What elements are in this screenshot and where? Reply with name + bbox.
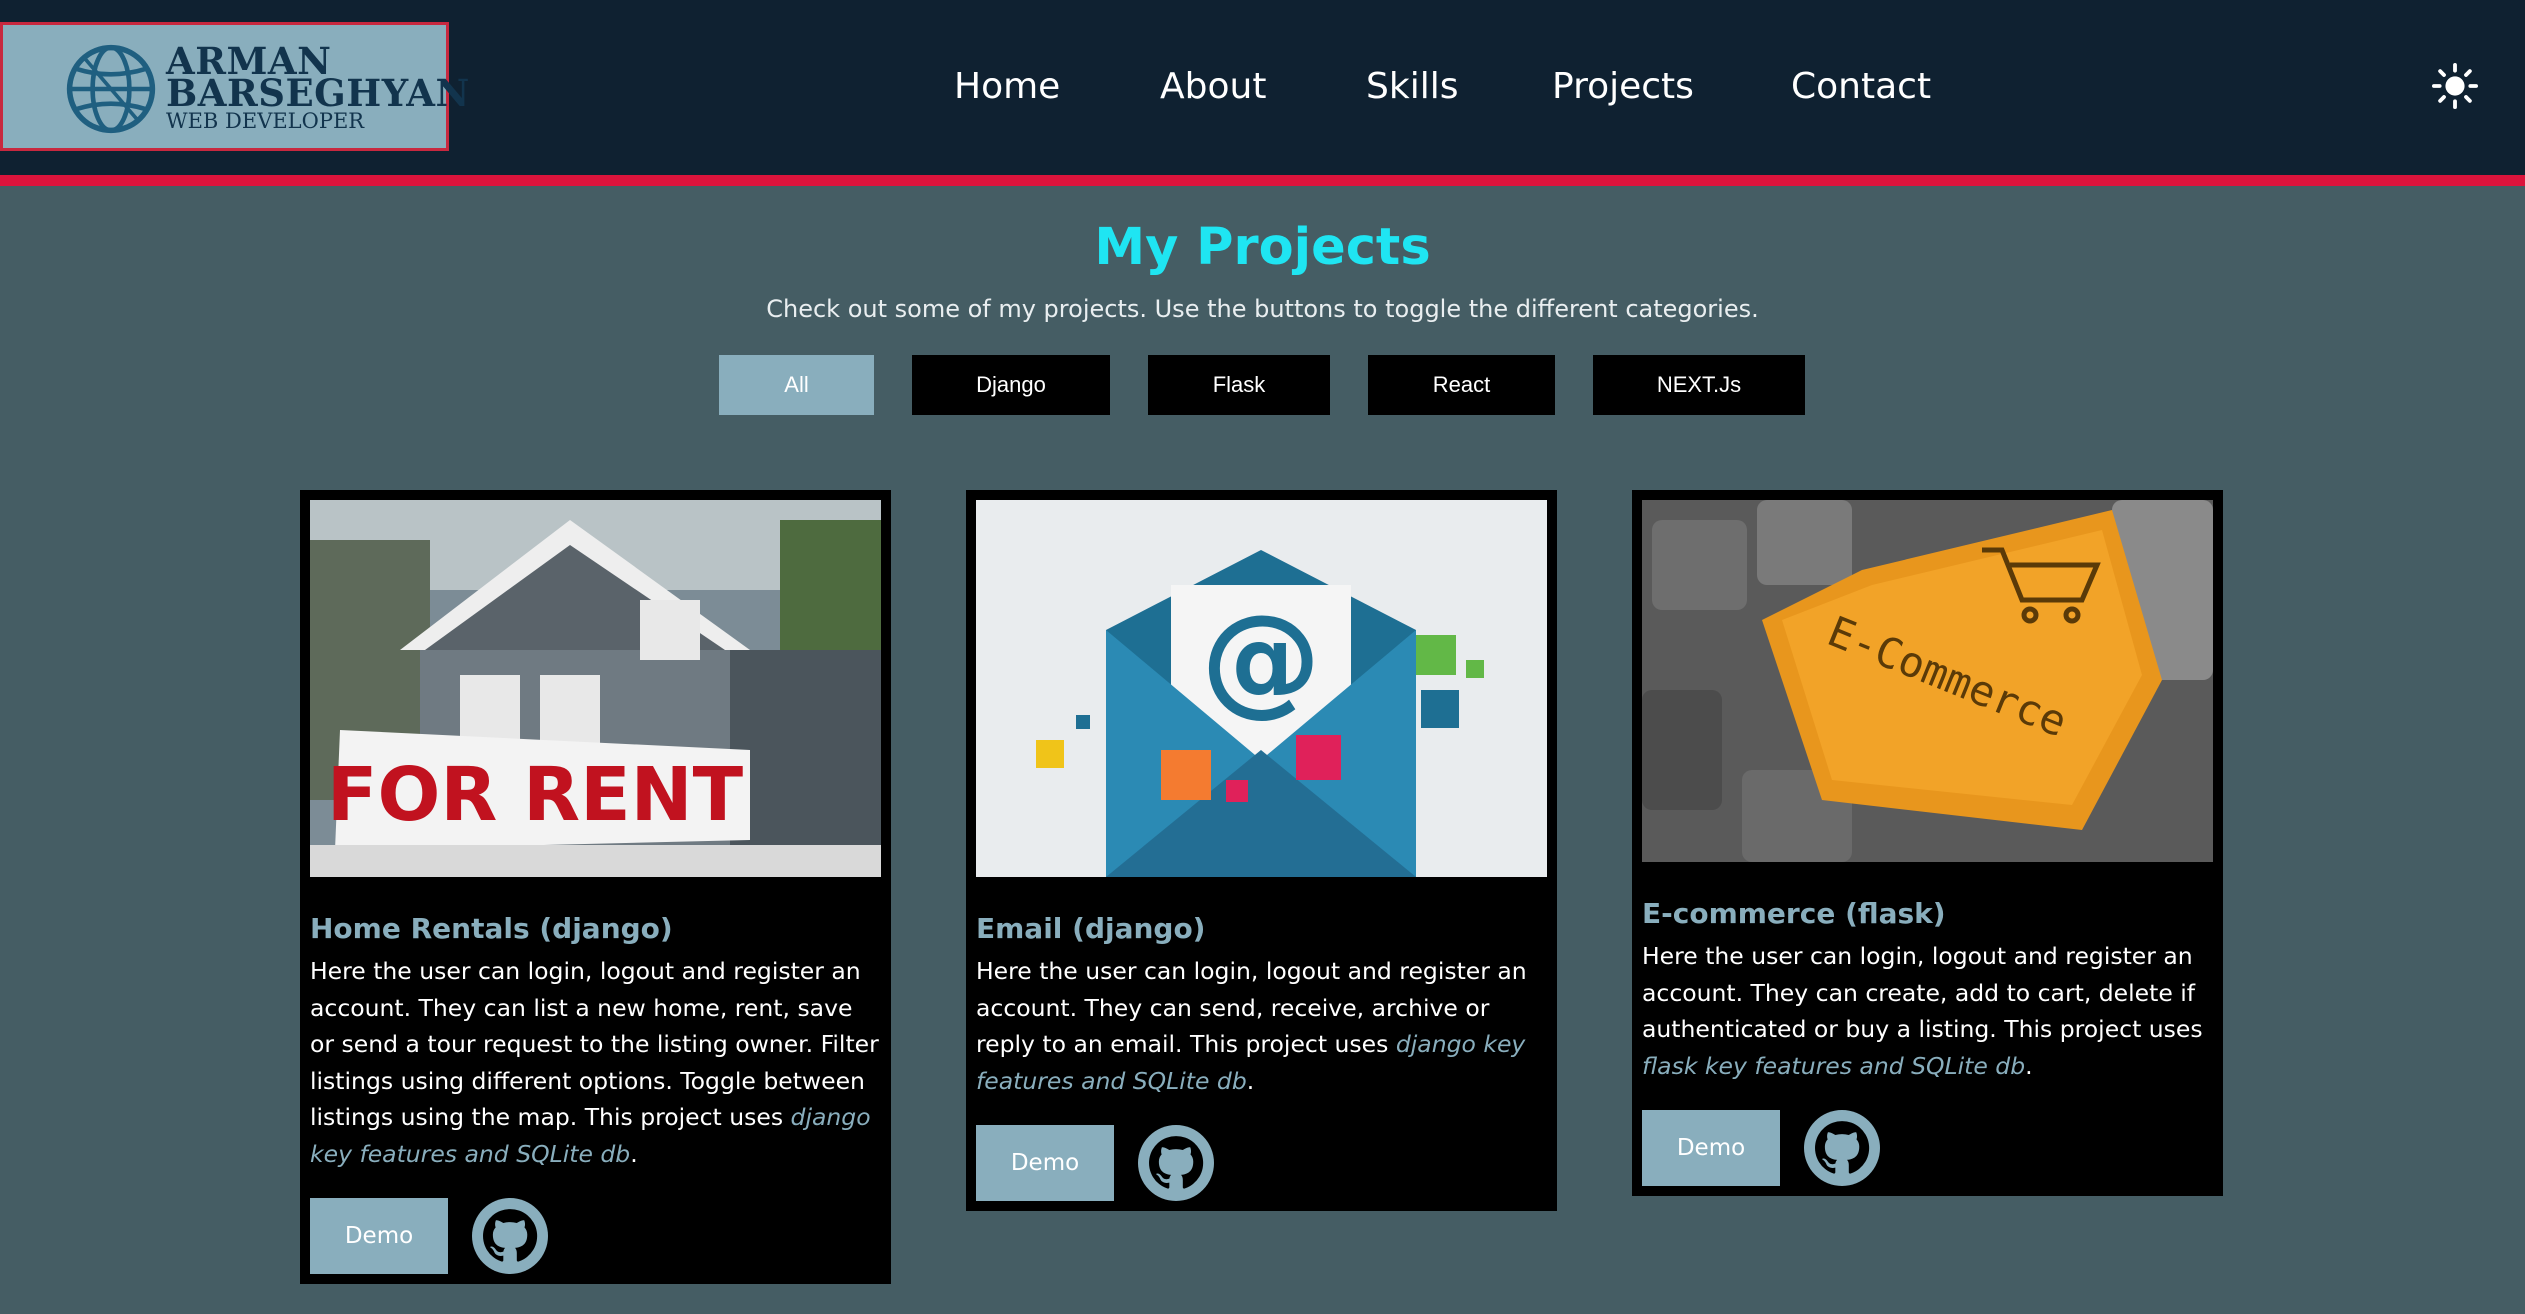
filter-nextjs-button[interactable]: NEXT.Js: [1593, 355, 1805, 415]
nav-projects[interactable]: Projects: [1552, 62, 1694, 112]
project-actions: Demo: [1642, 1110, 2213, 1186]
demo-button[interactable]: Demo: [976, 1125, 1114, 1201]
sun-icon[interactable]: [2432, 63, 2478, 109]
demo-button[interactable]: Demo: [310, 1198, 448, 1274]
ecommerce-image: E-Commerce: [1642, 500, 2213, 862]
project-actions: Demo: [310, 1198, 881, 1274]
email-image: @: [976, 500, 1547, 877]
filter-react-button[interactable]: React: [1368, 355, 1555, 415]
nav-skills[interactable]: Skills: [1366, 62, 1458, 112]
project-card-email: @ Email (django) Here the user can login…: [966, 490, 1557, 1211]
logo-role: WEB DEVELOPER: [166, 109, 365, 133]
for-rent-image-text: FOR RENT: [327, 752, 744, 838]
tech-stack-text: flask key features and SQLite db: [1642, 1051, 2026, 1080]
main-nav: Home About Skills Projects Contact: [0, 62, 2525, 112]
section-title: My Projects: [1094, 218, 1431, 277]
filter-all-button[interactable]: All: [719, 355, 874, 415]
project-description: Here the user can login, logout and regi…: [976, 957, 1527, 1095]
project-description: Here the user can login, logout and regi…: [1642, 942, 2203, 1080]
demo-button[interactable]: Demo: [1642, 1110, 1780, 1186]
nav-about[interactable]: About: [1160, 62, 1266, 112]
site-header: ARMAN BARSEGHYAN WEB DEVELOPER Home Abou…: [0, 0, 2525, 175]
project-actions: Demo: [976, 1125, 1547, 1201]
nav-contact[interactable]: Contact: [1791, 62, 1931, 112]
for-rent-image: FOR RENT: [310, 500, 881, 877]
github-icon[interactable]: [472, 1198, 548, 1274]
project-title: Home Rentals (django): [310, 912, 673, 945]
email-image-text: @: [1201, 590, 1321, 729]
github-icon[interactable]: [1804, 1110, 1880, 1186]
project-card-ecommerce: E-Commerce E-commerce (flask) Here the u…: [1632, 490, 2223, 1196]
filter-django-button[interactable]: Django: [912, 355, 1110, 415]
section-subtitle: Check out some of my projects. Use the b…: [766, 295, 1759, 323]
github-icon[interactable]: [1138, 1125, 1214, 1201]
filter-flask-button[interactable]: Flask: [1148, 355, 1330, 415]
project-card-home-rentals: FOR RENT Home Rentals (django) Here the …: [300, 490, 891, 1284]
nav-home[interactable]: Home: [954, 62, 1060, 112]
project-description: Here the user can login, logout and regi…: [310, 957, 879, 1168]
header-divider: [0, 175, 2525, 186]
project-title: Email (django): [976, 912, 1206, 945]
project-title: E-commerce (flask): [1642, 897, 1946, 930]
